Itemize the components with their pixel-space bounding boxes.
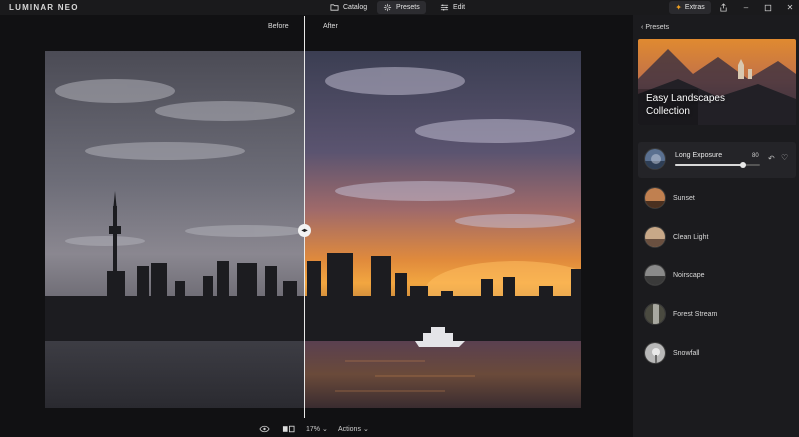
preset-name: Noirscape (673, 271, 705, 279)
zoom-level[interactable]: 17% ⌄ (306, 423, 328, 435)
extras-star-icon: ✦ (675, 3, 682, 12)
slider-knob[interactable] (740, 162, 746, 168)
before-label: Before (268, 23, 289, 30)
preset-thumbnail (644, 148, 666, 170)
chevron-left-icon: ‹ (641, 24, 644, 31)
catalog-tab-label: Catalog (343, 4, 368, 11)
sparkle-icon (383, 3, 392, 12)
back-label: Presets (645, 24, 670, 31)
sliders-icon (440, 4, 449, 11)
top-bar: LUMINAR NEO Catalog Presets Edit ✦ Extra… (0, 0, 799, 15)
back-to-presets-link[interactable]: ‹ Presets (641, 24, 669, 31)
edit-tab-label: Edit (453, 4, 466, 11)
preset-item-forest-stream[interactable]: Forest Stream (644, 303, 717, 325)
presets-panel: ‹ Presets Easy Landscapes Collection Lon… (633, 15, 799, 437)
share-icon[interactable] (717, 2, 729, 13)
preset-name: Snowfall (673, 349, 700, 357)
presets-tab[interactable]: Presets (377, 1, 426, 14)
presets-tab-label: Presets (396, 4, 420, 11)
preset-thumbnail (644, 342, 666, 364)
minimize-icon[interactable]: – (740, 2, 752, 13)
after-label: After (323, 23, 338, 30)
collection-title-line2: Collection (646, 106, 690, 117)
preset-thumbnail (644, 264, 666, 286)
heart-icon[interactable]: ♡ (781, 153, 788, 162)
folder-icon (330, 4, 339, 11)
eye-icon[interactable] (259, 423, 270, 435)
preset-name: Forest Stream (673, 310, 718, 318)
preset-thumbnail (644, 226, 666, 248)
app-logo: LUMINAR NEO (9, 3, 79, 12)
undo-icon[interactable]: ↶ (768, 154, 775, 163)
after-water (304, 341, 581, 408)
extras-label: Extras (684, 4, 705, 11)
actions-label: Actions (338, 425, 361, 433)
chevron-down-icon: ⌄ (322, 426, 328, 433)
close-icon[interactable]: ✕ (784, 2, 796, 13)
collection-title: Easy Landscapes Collection (646, 92, 725, 118)
chevron-down-icon: ⌄ (362, 426, 369, 433)
preset-item-active[interactable]: Long Exposure 80 ↶ ♡ (638, 142, 796, 178)
catalog-tab[interactable]: Catalog (324, 1, 373, 14)
before-after-divider[interactable] (304, 16, 305, 418)
collection-title-line1: Easy Landscapes (646, 93, 725, 104)
zoom-value: 17% (306, 425, 321, 433)
collection-banner: Easy Landscapes Collection (638, 39, 796, 125)
edit-tab[interactable]: Edit (434, 1, 471, 14)
preset-item-snowfall[interactable]: Snowfall (644, 342, 699, 364)
extras-button[interactable]: ✦ Extras (669, 1, 711, 14)
preset-item-noirscape[interactable]: Noirscape (644, 264, 705, 286)
preset-thumbnail (644, 187, 666, 209)
preset-item-clean-light[interactable]: Clean Light (644, 226, 708, 248)
slider-fill (675, 164, 743, 166)
photo-canvas[interactable] (45, 51, 581, 408)
preset-amount: 80 (752, 153, 759, 159)
preset-name: Clean Light (673, 233, 709, 241)
preset-name: Long Exposure (675, 152, 723, 159)
divider-handle-icon[interactable]: ◂▸ (298, 224, 311, 237)
preset-thumbnail (644, 303, 666, 325)
actions-menu[interactable]: Actions ⌄ (338, 423, 369, 435)
maximize-icon[interactable] (762, 2, 774, 13)
preset-amount-slider[interactable] (675, 162, 760, 168)
preset-name: Sunset (673, 194, 695, 202)
preset-item-sunset[interactable]: Sunset (644, 187, 695, 209)
compare-icon[interactable] (282, 423, 295, 435)
before-water (45, 341, 304, 408)
